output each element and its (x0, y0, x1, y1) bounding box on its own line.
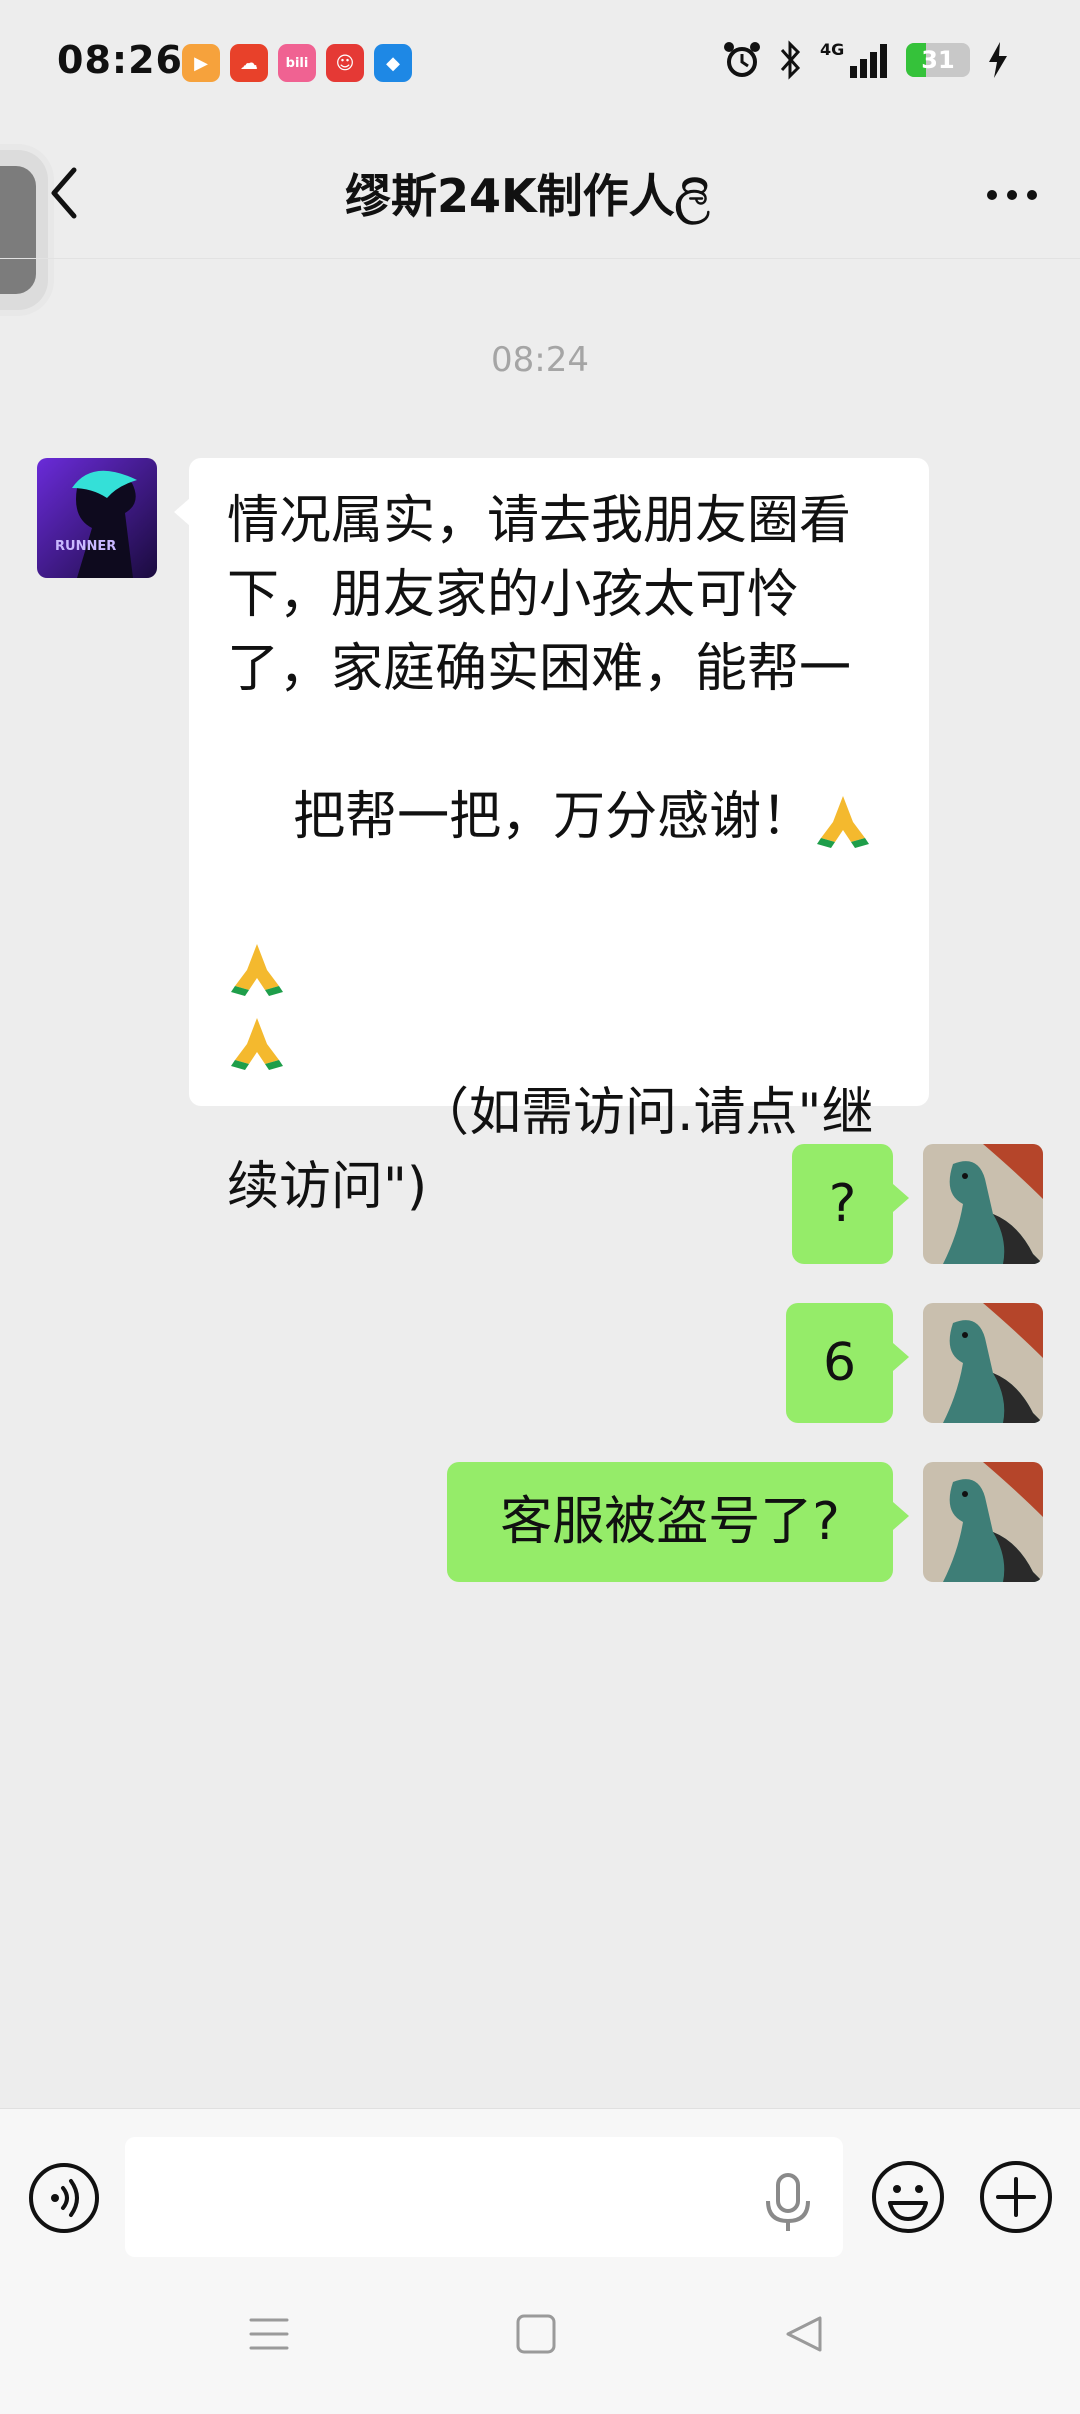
alarm-icon (724, 42, 760, 77)
pray-emoji-icon (231, 1018, 283, 1070)
battery-level: 31 (921, 46, 955, 74)
incoming-bubble-tail (174, 498, 190, 526)
plus-icon[interactable] (978, 2159, 1054, 2235)
outgoing-bubble-tail (893, 1502, 909, 1530)
message-line: 情况属实，请去我朋友圈看 (227, 491, 852, 551)
notification-icons: ▶ ☁ bili ☺ ◆ (182, 44, 412, 82)
message-line: 了，家庭确实困难，能帮一 (227, 639, 852, 699)
signal-icon: 4G (820, 40, 890, 80)
voice-input-icon[interactable] (27, 2161, 101, 2235)
chat-header: 缪斯24K制作人ලි (0, 130, 1080, 259)
system-navigation-bar (0, 2258, 1080, 2414)
my-avatar[interactable] (923, 1144, 1043, 1264)
my-avatar[interactable] (923, 1303, 1043, 1423)
input-bar (0, 2108, 1080, 2259)
charging-icon (989, 42, 1007, 78)
microphone-icon[interactable] (760, 2171, 816, 2235)
status-bar: 08:26 ▶ ☁ bili ☺ ◆ 4G 31 (0, 0, 1080, 130)
outgoing-message-bubble[interactable]: 6 (786, 1303, 893, 1423)
battery-indicator: 31 (906, 43, 970, 77)
contact-avatar[interactable]: RUNNER (37, 458, 157, 578)
back-icon[interactable] (40, 158, 90, 228)
outgoing-message-bubble[interactable]: 客服被盗号了? (447, 1462, 893, 1582)
cloud-app-icon: ☁ (230, 44, 268, 82)
video-app-icon: ▶ (182, 44, 220, 82)
emoji-icon[interactable] (870, 2159, 946, 2235)
home-icon[interactable] (512, 2310, 560, 2358)
message-input[interactable] (125, 2137, 843, 2257)
message-line: （如需访问.请点"继 (417, 1083, 874, 1143)
outgoing-bubble-tail (893, 1343, 909, 1371)
clown-app-icon: ☺ (326, 44, 364, 82)
more-options-icon[interactable] (982, 170, 1042, 220)
blue-app-icon: ◆ (374, 44, 412, 82)
svg-text:RUNNER: RUNNER (55, 539, 116, 554)
message-line: 下，朋友家的小孩太可怜 (227, 565, 800, 625)
bluetooth-icon (780, 40, 801, 80)
message-timestamp: 08:24 (491, 340, 589, 380)
back-triangle-icon[interactable] (780, 2310, 828, 2358)
pray-emoji-icon (231, 944, 283, 996)
outgoing-bubble-tail (893, 1184, 909, 1212)
system-icons: 4G 31 (722, 40, 1010, 80)
chat-title: 缪斯24K制作人ලි (345, 169, 710, 223)
message-line: 把帮一把，万分感谢！ (293, 787, 814, 847)
incoming-message-bubble[interactable]: 情况属实，请去我朋友圈看 下，朋友家的小孩太可怜 了，家庭确实困难，能帮一 把帮… (189, 458, 929, 1217)
menu-icon[interactable] (245, 2310, 293, 2358)
bilibili-icon: bili (278, 44, 316, 82)
my-avatar[interactable] (923, 1462, 1043, 1582)
status-time: 08:26 (57, 38, 183, 82)
pray-emoji-icon (817, 796, 870, 848)
outgoing-message-bubble[interactable]: ? (792, 1144, 893, 1264)
